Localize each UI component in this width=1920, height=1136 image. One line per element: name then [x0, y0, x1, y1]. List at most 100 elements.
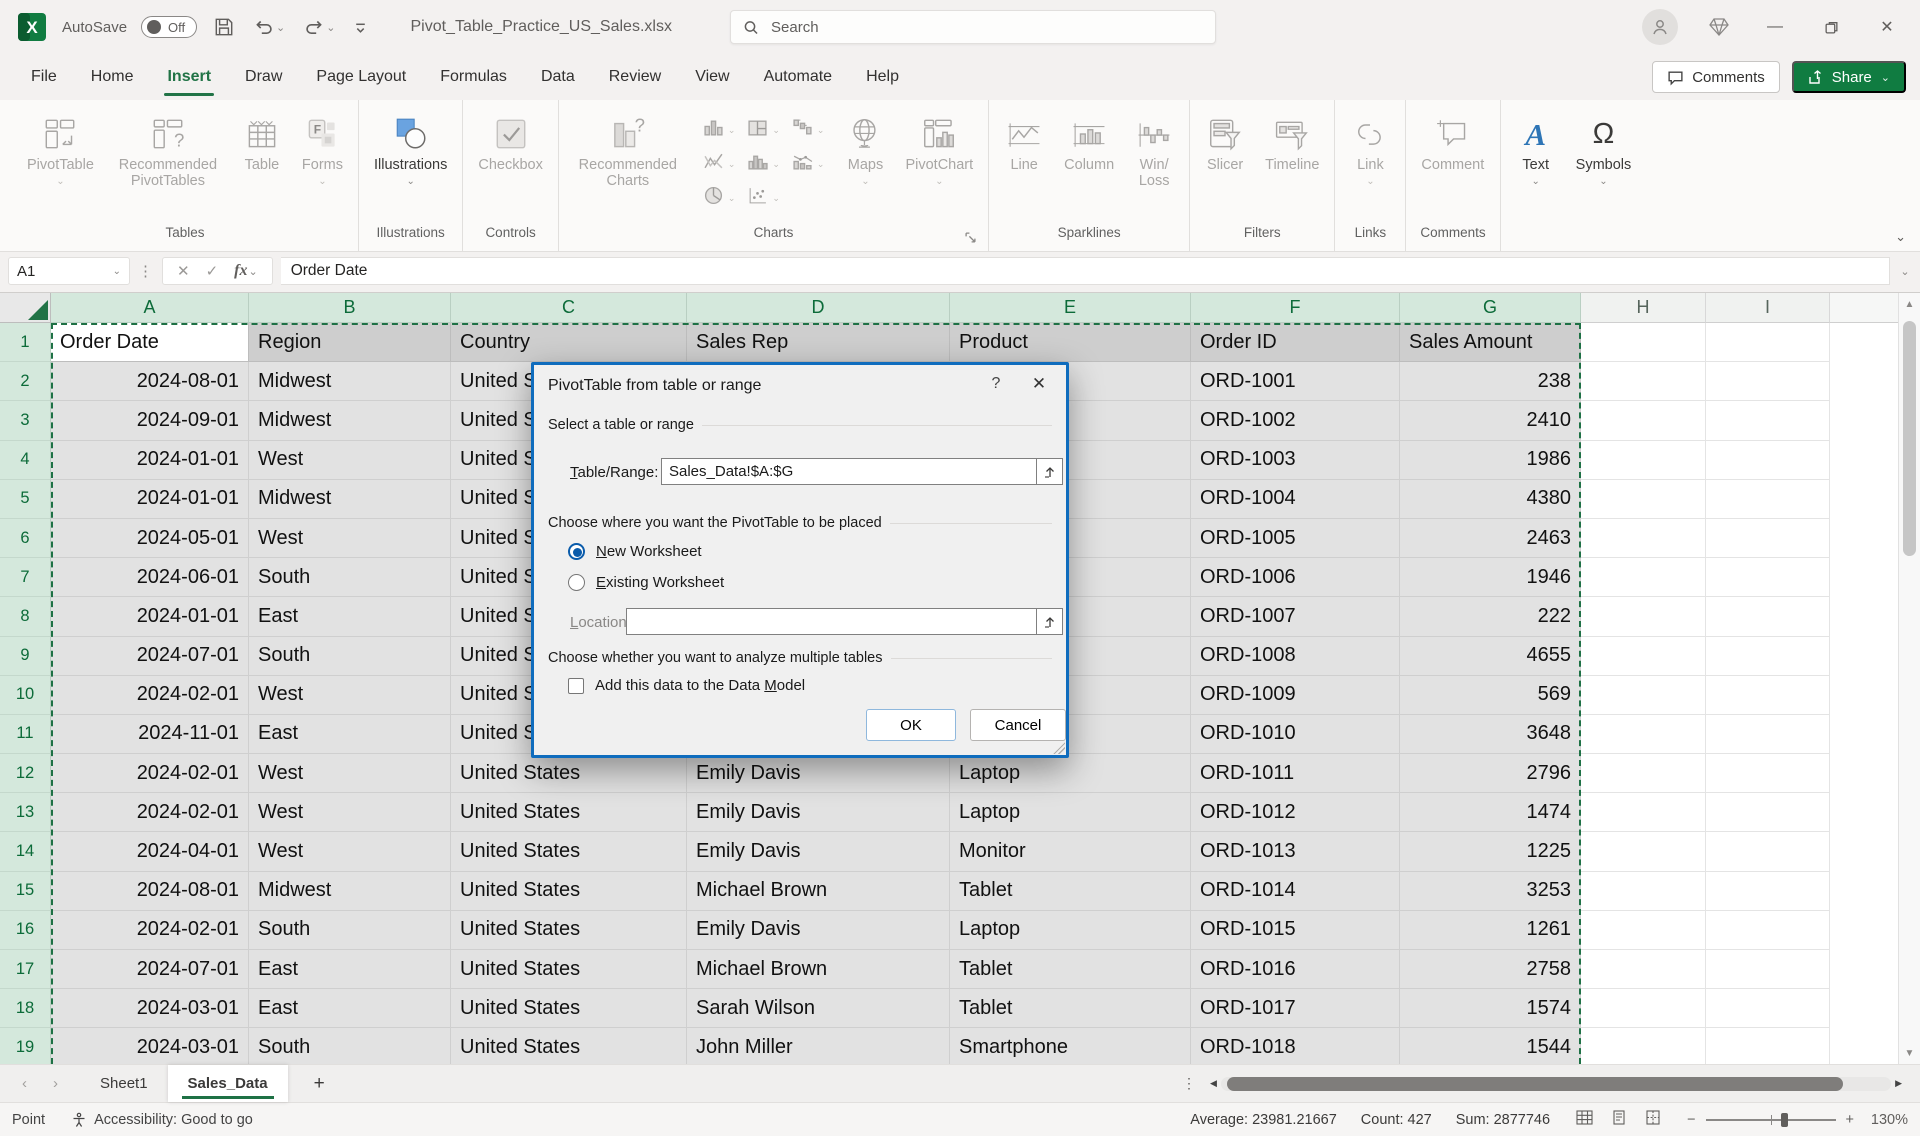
row-header-12[interactable]: 12 — [0, 754, 51, 793]
cell[interactable] — [1706, 637, 1830, 676]
row-header-13[interactable]: 13 — [0, 793, 51, 832]
sheet-tab-sales-data[interactable]: Sales_Data — [168, 1065, 288, 1102]
cell[interactable]: 222 — [1400, 597, 1581, 636]
add-sheet-button[interactable]: + — [288, 1065, 351, 1102]
cell[interactable]: 238 — [1400, 362, 1581, 401]
cell[interactable]: West — [249, 793, 451, 832]
cell[interactable]: United States — [451, 911, 687, 950]
pivottable-button[interactable]: PivotTable⌄ — [18, 110, 103, 189]
text-button[interactable]: AText⌄ — [1507, 110, 1565, 189]
column-header-b[interactable]: B — [249, 293, 451, 323]
cell[interactable]: ORD-1003 — [1191, 441, 1400, 480]
column-header-i[interactable]: I — [1706, 293, 1830, 323]
cell[interactable] — [1706, 950, 1830, 989]
vertical-scrollbar[interactable]: ▲ ▼ — [1898, 293, 1920, 1064]
cell[interactable]: United States — [451, 1028, 687, 1064]
cell[interactable]: ORD-1016 — [1191, 950, 1400, 989]
formula-bar-handle[interactable]: ⋮ — [130, 262, 162, 280]
cell[interactable]: 1261 — [1400, 911, 1581, 950]
cell[interactable] — [1706, 362, 1830, 401]
tab-file[interactable]: File — [14, 54, 74, 100]
premium-gem-icon[interactable] — [1704, 12, 1734, 42]
tab-automate[interactable]: Automate — [747, 54, 849, 100]
cell[interactable]: 2024-11-01 — [51, 715, 249, 754]
scatter-chart-button[interactable]: ⌄ — [747, 186, 780, 210]
maps-button[interactable]: Maps⌄ — [836, 110, 894, 189]
cell[interactable]: 1986 — [1400, 441, 1581, 480]
accessibility-status[interactable]: Accessibility: Good to go — [71, 1112, 253, 1128]
tab-draw[interactable]: Draw — [228, 54, 299, 100]
cell[interactable]: 2024-02-01 — [51, 676, 249, 715]
dialog-help-button[interactable]: ? — [984, 375, 1008, 393]
cell[interactable]: ORD-1005 — [1191, 519, 1400, 558]
row-header-4[interactable]: 4 — [0, 441, 51, 480]
cell[interactable] — [1581, 872, 1706, 911]
cell[interactable]: 1946 — [1400, 558, 1581, 597]
cell[interactable]: Emily Davis — [687, 793, 950, 832]
cell[interactable]: ORD-1015 — [1191, 911, 1400, 950]
redo-button[interactable]: ⌄ — [301, 14, 337, 40]
cell[interactable] — [1706, 519, 1830, 558]
row-header-19[interactable]: 19 — [0, 1028, 51, 1064]
cell[interactable]: Region — [249, 323, 451, 362]
range-picker-button[interactable] — [1036, 458, 1063, 485]
account-avatar[interactable] — [1642, 9, 1678, 45]
tab-view[interactable]: View — [678, 54, 746, 100]
cell[interactable]: Emily Davis — [687, 832, 950, 871]
cell[interactable] — [1706, 441, 1830, 480]
cell[interactable] — [1581, 989, 1706, 1028]
pie-chart-button[interactable]: ⌄ — [703, 186, 736, 210]
cell[interactable]: ORD-1010 — [1191, 715, 1400, 754]
cell[interactable]: South — [249, 1028, 451, 1064]
cell[interactable]: United States — [451, 832, 687, 871]
row-header-11[interactable]: 11 — [0, 715, 51, 754]
scroll-up-icon[interactable]: ▲ — [1899, 293, 1920, 315]
cell[interactable] — [1706, 754, 1830, 793]
tab-review[interactable]: Review — [592, 54, 678, 100]
histogram-chart-button[interactable]: ⌄ — [747, 152, 780, 176]
comment-button[interactable]: Comment — [1412, 110, 1493, 175]
status-sum[interactable]: Sum: 2877746 — [1456, 1112, 1550, 1128]
cell[interactable]: 2024-01-01 — [51, 441, 249, 480]
cell[interactable] — [1706, 832, 1830, 871]
cell[interactable]: Tablet — [950, 950, 1191, 989]
cell[interactable]: Smartphone — [950, 1028, 1191, 1064]
cell[interactable]: ORD-1008 — [1191, 637, 1400, 676]
customize-toolbar-button[interactable] — [351, 18, 370, 37]
cell[interactable]: West — [249, 832, 451, 871]
cell[interactable]: Laptop — [950, 911, 1191, 950]
zoom-slider-thumb[interactable] — [1781, 1113, 1788, 1127]
cell[interactable]: 2024-02-01 — [51, 793, 249, 832]
cell[interactable] — [1706, 558, 1830, 597]
location-input[interactable] — [626, 608, 1037, 635]
cell[interactable]: Monitor — [950, 832, 1191, 871]
cell[interactable] — [1706, 793, 1830, 832]
tab-formulas[interactable]: Formulas — [423, 54, 524, 100]
table-button[interactable]: Table — [233, 110, 291, 175]
cell[interactable] — [1706, 1028, 1830, 1064]
cell[interactable]: 569 — [1400, 676, 1581, 715]
tab-home[interactable]: Home — [74, 54, 151, 100]
cell[interactable] — [1581, 441, 1706, 480]
cell[interactable]: ORD-1017 — [1191, 989, 1400, 1028]
tab-page-layout[interactable]: Page Layout — [299, 54, 423, 100]
cell[interactable]: East — [249, 597, 451, 636]
forms-button[interactable]: FForms⌄ — [293, 110, 352, 189]
cell[interactable] — [1581, 323, 1706, 362]
cell[interactable]: Sales Rep — [687, 323, 950, 362]
cell[interactable]: Midwest — [249, 362, 451, 401]
line-chart-button[interactable]: ⌄ — [703, 152, 736, 176]
cell[interactable] — [1706, 597, 1830, 636]
recommended-pivottables-button[interactable]: ?Recommended PivotTables — [105, 110, 231, 191]
cell[interactable] — [1581, 480, 1706, 519]
cell[interactable]: Laptop — [950, 793, 1191, 832]
cell[interactable]: Country — [451, 323, 687, 362]
row-header-8[interactable]: 8 — [0, 597, 51, 636]
cell[interactable] — [1581, 715, 1706, 754]
cell[interactable]: 2024-07-01 — [51, 637, 249, 676]
cell[interactable] — [1581, 911, 1706, 950]
cell[interactable] — [1581, 1028, 1706, 1064]
cell[interactable]: 2024-02-01 — [51, 911, 249, 950]
cell[interactable]: Sarah Wilson — [687, 989, 950, 1028]
cell[interactable] — [1581, 558, 1706, 597]
